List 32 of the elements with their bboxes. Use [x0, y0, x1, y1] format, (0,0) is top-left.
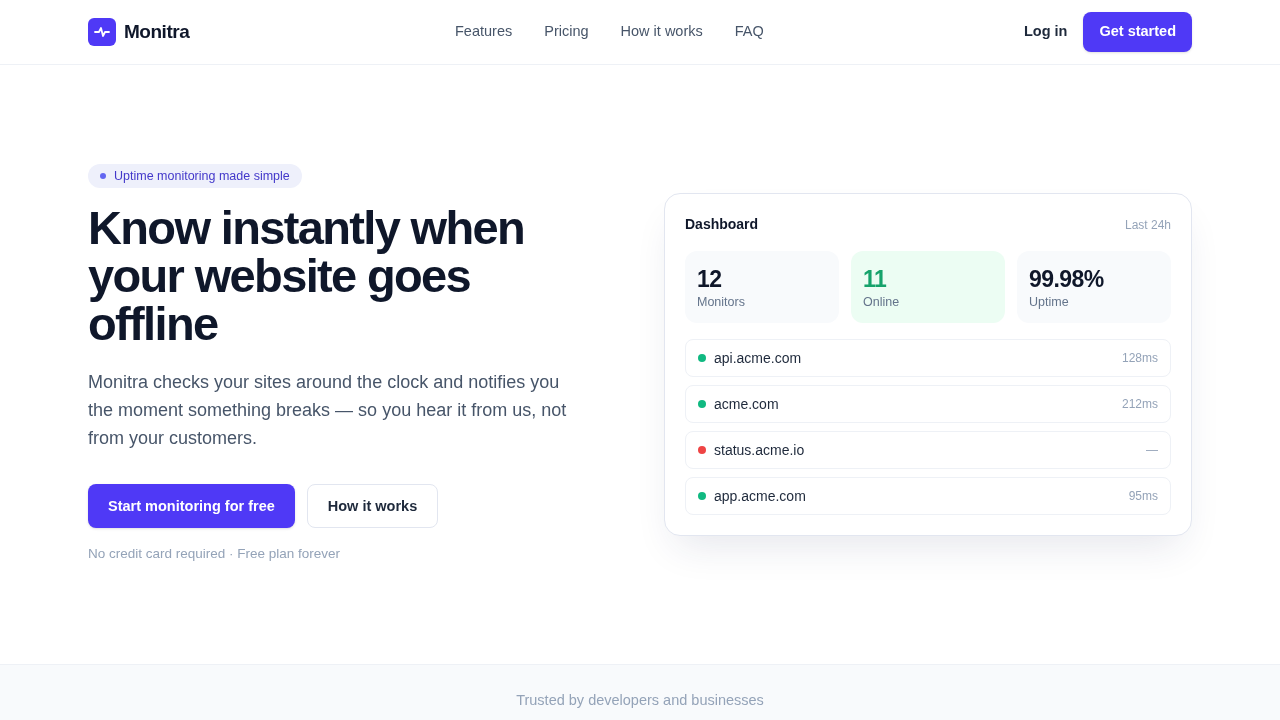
- stat-value: 99.98%: [1029, 265, 1105, 293]
- stat-label: Monitors: [697, 294, 746, 311]
- stat-label: Uptime: [1029, 294, 1070, 311]
- monitor-host: app.acme.com: [714, 486, 807, 506]
- brand-name: Monitra: [124, 19, 190, 44]
- signup-note: No credit card required · Free plan forever: [88, 545, 341, 564]
- period-label: Last 24h: [1124, 216, 1171, 234]
- trusted-text: Trusted by developers and businesses: [516, 691, 764, 710]
- monitor-latency: 128ms: [1121, 350, 1158, 367]
- hero-description: Monitra checks your sites around the clock and notifies you the moment something breaks — so you hear it from us, not from your customers.: [88, 371, 568, 451]
- dashboard-title: Dashboard: [685, 215, 759, 234]
- monitor-host: api.acme.com: [714, 348, 803, 368]
- login-link[interactable]: Log in: [1019, 21, 1072, 43]
- monitor-host: acme.com: [714, 394, 780, 414]
- monitor-latency: 95ms: [1128, 488, 1158, 505]
- dot-icon: [100, 173, 106, 180]
- start-monitoring-button[interactable]: Start monitoring for free: [88, 484, 295, 529]
- nav-link[interactable]: FAQ: [734, 21, 764, 43]
- monitor-latency: 212ms: [1121, 396, 1158, 413]
- nav-link[interactable]: Features: [455, 21, 513, 43]
- stat-value: 12: [697, 265, 723, 293]
- monitor-host: status.acme.io: [714, 440, 806, 460]
- tagline-text: Uptime monitoring made simple: [114, 168, 290, 185]
- nav-link[interactable]: Pricing: [544, 21, 589, 43]
- get-started-button[interactable]: Get started: [1083, 12, 1192, 52]
- nav-link[interactable]: How it works: [620, 21, 703, 43]
- how-it-works-button[interactable]: How it works: [306, 484, 439, 529]
- logo-pulse-icon: [88, 18, 116, 46]
- stat-label: Online: [863, 294, 901, 311]
- stat-value: 11: [863, 265, 888, 293]
- monitor-latency: —: [1146, 442, 1158, 459]
- hero-heading: Know instantly when your website goes offline: [88, 204, 526, 349]
